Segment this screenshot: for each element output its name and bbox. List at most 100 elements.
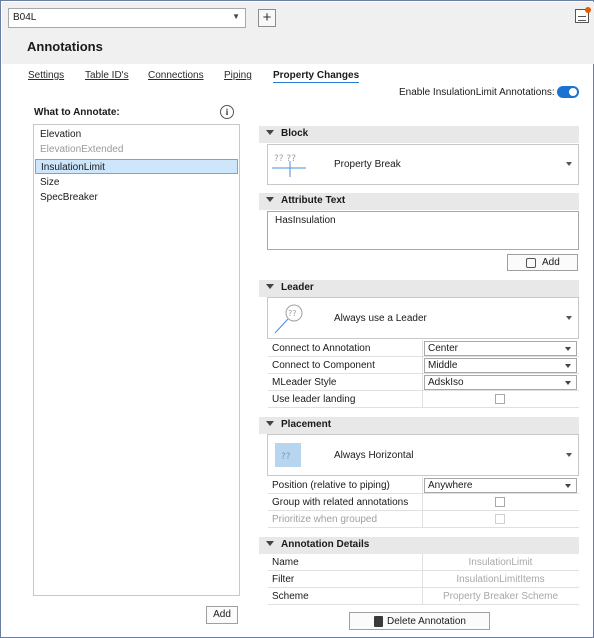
placement-row-group: Group with related annotations xyxy=(268,494,579,511)
page-header: Annotations xyxy=(2,32,594,64)
collapse-triangle-icon xyxy=(266,197,274,202)
page-title: Annotations xyxy=(27,39,103,54)
tab-connections[interactable]: Connections xyxy=(148,70,204,81)
row-divider xyxy=(422,588,423,605)
attribute-add-icon xyxy=(526,258,536,268)
leader-name: Always use a Leader xyxy=(334,313,427,324)
group-related-checkbox[interactable] xyxy=(495,497,505,507)
connect-annotation-dropdown[interactable]: Center xyxy=(424,341,577,356)
list-item-elevation[interactable]: Elevation xyxy=(35,127,238,142)
details-name-value: InsulationLimit xyxy=(468,557,533,568)
list-item-spec-breaker[interactable]: SpecBreaker xyxy=(35,190,238,205)
placement-selector[interactable]: ?? Always Horizontal xyxy=(267,434,579,476)
block-section-header[interactable]: Block xyxy=(259,126,579,143)
drawing-selector-value: B04L xyxy=(13,12,37,23)
annotations-panel: B04L ▼ + Annotations Settings Table ID's… xyxy=(0,0,594,638)
connect-component-label: Connect to Component xyxy=(272,360,375,371)
use-leader-landing-checkbox[interactable] xyxy=(495,394,505,404)
list-item-size[interactable]: Size xyxy=(35,175,238,190)
details-section-title: Annotation Details xyxy=(281,539,370,550)
add-annotation-type-button[interactable]: Add xyxy=(206,606,238,624)
placement-section-header[interactable]: Placement xyxy=(259,417,579,434)
collapse-triangle-icon xyxy=(266,284,274,289)
placement-section-title: Placement xyxy=(281,419,332,430)
add-attribute-button[interactable]: Add xyxy=(507,254,578,271)
leader-selector[interactable]: ?? Always use a Leader xyxy=(267,297,579,339)
list-item-insulation-limit[interactable]: InsulationLimit xyxy=(35,159,238,174)
chevron-down-icon xyxy=(565,347,571,351)
prioritize-grouped-checkbox[interactable] xyxy=(495,514,505,524)
what-to-annotate-label: What to Annotate: xyxy=(34,107,120,118)
attribute-text-value: HasInsulation xyxy=(275,215,336,226)
block-name: Property Break xyxy=(334,159,401,170)
details-row-scheme: Scheme Property Breaker Scheme xyxy=(268,588,579,605)
row-divider xyxy=(422,511,423,528)
list-item-elevation-extended[interactable]: ElevationExtended xyxy=(35,142,238,157)
leader-row-connect-annotation: Connect to Annotation Center xyxy=(268,340,579,357)
attribute-section-header[interactable]: Attribute Text xyxy=(259,193,579,210)
app-icon[interactable] xyxy=(575,7,591,23)
row-divider xyxy=(422,391,423,408)
trash-icon xyxy=(374,616,383,627)
plus-icon: + xyxy=(262,9,272,26)
enable-annotations-toggle[interactable] xyxy=(557,86,579,98)
app-icon-lines xyxy=(578,16,586,21)
toggle-knob xyxy=(569,88,577,96)
block-section-title: Block xyxy=(281,128,309,139)
row-divider xyxy=(422,494,423,511)
tab-piping[interactable]: Piping xyxy=(224,70,252,81)
delete-annotation-button[interactable]: Delete Annotation xyxy=(349,612,490,630)
leader-row-connect-component: Connect to Component Middle xyxy=(268,357,579,374)
row-divider xyxy=(422,357,423,374)
prioritize-grouped-label: Prioritize when grouped xyxy=(272,514,378,525)
attribute-text-field[interactable]: HasInsulation xyxy=(267,211,579,250)
details-filter-label: Filter xyxy=(272,574,295,585)
tab-property-changes[interactable]: Property Changes xyxy=(273,70,360,83)
info-icon[interactable]: i xyxy=(220,105,234,119)
placement-row-position: Position (relative to piping) Anywhere xyxy=(268,477,579,494)
details-filter-value: InsulationLimitItems xyxy=(456,574,545,585)
collapse-triangle-icon xyxy=(266,421,274,426)
group-related-label: Group with related annotations xyxy=(272,497,409,508)
position-dropdown[interactable]: Anywhere xyxy=(424,478,577,493)
chevron-down-icon xyxy=(565,364,571,368)
connect-component-dropdown[interactable]: Middle xyxy=(424,358,577,373)
row-divider xyxy=(422,571,423,588)
use-leader-landing-label: Use leader landing xyxy=(272,394,356,405)
leader-preview-text: ?? xyxy=(288,309,297,318)
connect-annotation-value: Center xyxy=(428,343,459,354)
enable-annotations-label: Enable InsulationLimit Annotations: xyxy=(399,87,555,98)
placement-name: Always Horizontal xyxy=(334,450,414,461)
tab-table-ids[interactable]: Table ID's xyxy=(85,70,129,81)
add-attribute-label: Add xyxy=(542,257,560,268)
row-divider xyxy=(422,554,423,571)
details-section-header[interactable]: Annotation Details xyxy=(259,537,579,554)
drawing-selector[interactable]: B04L ▼ xyxy=(8,8,246,28)
delete-annotation-label: Delete Annotation xyxy=(387,616,466,627)
annotation-type-list[interactable]: Elevation ElevationExtended InsulationLi… xyxy=(33,124,240,596)
app-icon-badge xyxy=(585,7,591,13)
details-name-label: Name xyxy=(272,557,299,568)
chevron-down-icon xyxy=(566,453,572,457)
chevron-down-icon xyxy=(565,381,571,385)
leader-section-header[interactable]: Leader xyxy=(259,280,579,297)
collapse-triangle-icon xyxy=(266,541,274,546)
details-scheme-value: Property Breaker Scheme xyxy=(442,591,559,602)
mleader-style-label: MLeader Style xyxy=(272,377,337,388)
mleader-style-dropdown[interactable]: AdskIso xyxy=(424,375,577,390)
block-preview-text: ?? ?? xyxy=(274,154,296,164)
connect-component-value: Middle xyxy=(428,360,458,371)
leader-row-use-landing: Use leader landing xyxy=(268,391,579,408)
tab-settings[interactable]: Settings xyxy=(28,70,64,81)
chevron-down-icon xyxy=(566,316,572,320)
row-divider xyxy=(422,477,423,494)
add-drawing-button[interactable]: + xyxy=(258,9,276,27)
block-selector[interactable]: ?? ?? Property Break xyxy=(267,144,579,185)
connect-annotation-label: Connect to Annotation xyxy=(272,343,371,354)
chevron-down-icon: ▼ xyxy=(232,12,240,21)
details-row-name: Name InsulationLimit xyxy=(268,554,579,571)
collapse-triangle-icon xyxy=(266,130,274,135)
mleader-style-value: AdskIso xyxy=(428,377,464,388)
leader-preview-icon: ?? xyxy=(274,304,303,334)
leader-section-title: Leader xyxy=(281,282,314,293)
